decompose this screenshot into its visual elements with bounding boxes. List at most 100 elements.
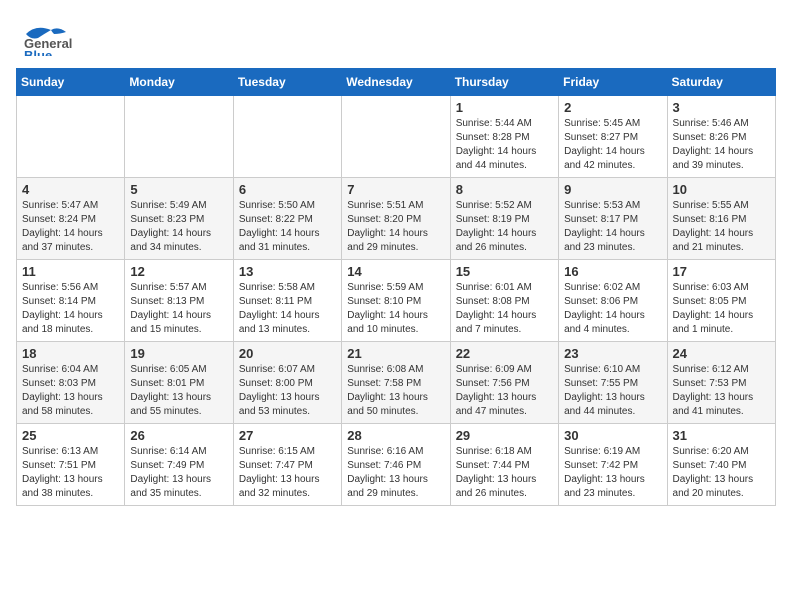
day-number: 24 xyxy=(673,346,770,361)
day-number: 1 xyxy=(456,100,553,115)
day-number: 23 xyxy=(564,346,661,361)
calendar-cell: 2Sunrise: 5:45 AM Sunset: 8:27 PM Daylig… xyxy=(559,96,667,178)
calendar-cell: 20 Sunrise: 6:07 AM Sunset: 8:00 PM Dayli… xyxy=(233,342,341,424)
day-number: 12 xyxy=(130,264,227,279)
day-number: 27 xyxy=(239,428,336,443)
weekday-header: Friday xyxy=(559,69,667,96)
day-info: Sunrise: 6:13 AM Sunset: 7:51 PM Dayligh… xyxy=(22,445,119,501)
weekday-header: Saturday xyxy=(667,69,775,96)
day-number: 25 xyxy=(22,428,119,443)
day-info: Sunrise: 6:16 AM Sunset: 7:46 PM Dayligh… xyxy=(347,445,444,501)
day-info: Sunrise: 6:03 AM Sunset: 8:05 PM Dayligh… xyxy=(673,281,770,337)
day-number: 17 xyxy=(673,264,770,279)
day-info: Sunrise: 5:52 AM Sunset: 8:19 PM Dayligh… xyxy=(456,199,553,255)
logo: General Blue xyxy=(16,16,126,56)
calendar-cell xyxy=(233,96,341,178)
day-info: Sunrise: 5:57 AM Sunset: 8:13 PM Dayligh… xyxy=(130,281,227,337)
day-info: Sunrise: 6:07 AM Sunset: 8:00 PM Dayligh… xyxy=(239,363,336,419)
day-info: Sunrise: 6:14 AM Sunset: 7:49 PM Dayligh… xyxy=(130,445,227,501)
day-number: 31 xyxy=(673,428,770,443)
calendar-cell: 12 Sunrise: 5:57 AM Sunset: 8:13 PM Dayli… xyxy=(125,260,233,342)
calendar-cell: 27 Sunrise: 6:15 AM Sunset: 7:47 PM Dayli… xyxy=(233,424,341,506)
weekday-header: Sunday xyxy=(17,69,125,96)
weekday-header: Wednesday xyxy=(342,69,450,96)
calendar-cell: 21 Sunrise: 6:08 AM Sunset: 7:58 PM Dayli… xyxy=(342,342,450,424)
day-number: 9 xyxy=(564,182,661,197)
calendar-cell xyxy=(342,96,450,178)
svg-text:Blue: Blue xyxy=(24,48,52,56)
day-info: Sunrise: 5:45 AM Sunset: 8:27 PM Dayligh… xyxy=(564,117,661,173)
day-number: 5 xyxy=(130,182,227,197)
day-info: Sunrise: 6:02 AM Sunset: 8:06 PM Dayligh… xyxy=(564,281,661,337)
calendar-cell: 8 Sunrise: 5:52 AM Sunset: 8:19 PM Daylig… xyxy=(450,178,558,260)
day-info: Sunrise: 5:59 AM Sunset: 8:10 PM Dayligh… xyxy=(347,281,444,337)
calendar-cell: 3 Sunrise: 5:46 AM Sunset: 8:26 PM Daylig… xyxy=(667,96,775,178)
calendar-cell: 22 Sunrise: 6:09 AM Sunset: 7:56 PM Dayli… xyxy=(450,342,558,424)
calendar-cell: 31 Sunrise: 6:20 AM Sunset: 7:40 PM Dayli… xyxy=(667,424,775,506)
day-info: Sunrise: 5:44 AM Sunset: 8:28 PM Dayligh… xyxy=(456,117,553,173)
day-info: Sunrise: 6:09 AM Sunset: 7:56 PM Dayligh… xyxy=(456,363,553,419)
calendar-header: SundayMondayTuesdayWednesdayThursdayFrid… xyxy=(17,69,776,96)
day-number: 16 xyxy=(564,264,661,279)
calendar-cell: 19Sunrise: 6:05 AM Sunset: 8:01 PM Dayli… xyxy=(125,342,233,424)
calendar-week-row: 1 Sunrise: 5:44 AM Sunset: 8:28 PM Daylig… xyxy=(17,96,776,178)
calendar-cell: 6Sunrise: 5:50 AM Sunset: 8:22 PM Daylig… xyxy=(233,178,341,260)
day-info: Sunrise: 5:56 AM Sunset: 8:14 PM Dayligh… xyxy=(22,281,119,337)
calendar-week-row: 25 Sunrise: 6:13 AM Sunset: 7:51 PM Dayli… xyxy=(17,424,776,506)
day-info: Sunrise: 6:10 AM Sunset: 7:55 PM Dayligh… xyxy=(564,363,661,419)
day-number: 30 xyxy=(564,428,661,443)
day-info: Sunrise: 6:01 AM Sunset: 8:08 PM Dayligh… xyxy=(456,281,553,337)
day-number: 11 xyxy=(22,264,119,279)
day-info: Sunrise: 5:53 AM Sunset: 8:17 PM Dayligh… xyxy=(564,199,661,255)
day-number: 14 xyxy=(347,264,444,279)
day-info: Sunrise: 6:08 AM Sunset: 7:58 PM Dayligh… xyxy=(347,363,444,419)
day-info: Sunrise: 6:15 AM Sunset: 7:47 PM Dayligh… xyxy=(239,445,336,501)
day-number: 29 xyxy=(456,428,553,443)
calendar-week-row: 18 Sunrise: 6:04 AM Sunset: 8:03 PM Dayli… xyxy=(17,342,776,424)
calendar-cell: 16 Sunrise: 6:02 AM Sunset: 8:06 PM Dayli… xyxy=(559,260,667,342)
day-number: 22 xyxy=(456,346,553,361)
calendar-cell: 17 Sunrise: 6:03 AM Sunset: 8:05 PM Dayli… xyxy=(667,260,775,342)
calendar-cell xyxy=(17,96,125,178)
calendar-cell: 24 Sunrise: 6:12 AM Sunset: 7:53 PM Dayli… xyxy=(667,342,775,424)
day-info: Sunrise: 5:58 AM Sunset: 8:11 PM Dayligh… xyxy=(239,281,336,337)
calendar-cell: 13 Sunrise: 5:58 AM Sunset: 8:11 PM Dayli… xyxy=(233,260,341,342)
calendar-cell xyxy=(125,96,233,178)
day-info: Sunrise: 5:46 AM Sunset: 8:26 PM Dayligh… xyxy=(673,117,770,173)
page-header: General Blue xyxy=(16,16,776,56)
day-number: 3 xyxy=(673,100,770,115)
calendar-cell: 28 Sunrise: 6:16 AM Sunset: 7:46 PM Dayli… xyxy=(342,424,450,506)
day-number: 20 xyxy=(239,346,336,361)
calendar-week-row: 4Sunrise: 5:47 AM Sunset: 8:24 PM Daylig… xyxy=(17,178,776,260)
calendar-cell: 14 Sunrise: 5:59 AM Sunset: 8:10 PM Dayli… xyxy=(342,260,450,342)
calendar-cell: 15Sunrise: 6:01 AM Sunset: 8:08 PM Dayli… xyxy=(450,260,558,342)
day-info: Sunrise: 5:49 AM Sunset: 8:23 PM Dayligh… xyxy=(130,199,227,255)
day-info: Sunrise: 6:05 AM Sunset: 8:01 PM Dayligh… xyxy=(130,363,227,419)
day-number: 13 xyxy=(239,264,336,279)
day-info: Sunrise: 6:04 AM Sunset: 8:03 PM Dayligh… xyxy=(22,363,119,419)
logo-svg: General Blue xyxy=(16,16,126,56)
day-info: Sunrise: 6:12 AM Sunset: 7:53 PM Dayligh… xyxy=(673,363,770,419)
day-number: 10 xyxy=(673,182,770,197)
day-info: Sunrise: 5:51 AM Sunset: 8:20 PM Dayligh… xyxy=(347,199,444,255)
day-number: 8 xyxy=(456,182,553,197)
day-number: 28 xyxy=(347,428,444,443)
day-number: 7 xyxy=(347,182,444,197)
calendar-cell: 5 Sunrise: 5:49 AM Sunset: 8:23 PM Daylig… xyxy=(125,178,233,260)
calendar-cell: 9 Sunrise: 5:53 AM Sunset: 8:17 PM Daylig… xyxy=(559,178,667,260)
day-number: 6 xyxy=(239,182,336,197)
calendar-table: SundayMondayTuesdayWednesdayThursdayFrid… xyxy=(16,68,776,506)
calendar-cell: 11 Sunrise: 5:56 AM Sunset: 8:14 PM Dayli… xyxy=(17,260,125,342)
weekday-header: Monday xyxy=(125,69,233,96)
weekday-header: Thursday xyxy=(450,69,558,96)
calendar-cell: 4Sunrise: 5:47 AM Sunset: 8:24 PM Daylig… xyxy=(17,178,125,260)
day-info: Sunrise: 6:18 AM Sunset: 7:44 PM Dayligh… xyxy=(456,445,553,501)
calendar-cell: 10 Sunrise: 5:55 AM Sunset: 8:16 PM Dayli… xyxy=(667,178,775,260)
calendar-cell: 7 Sunrise: 5:51 AM Sunset: 8:20 PM Daylig… xyxy=(342,178,450,260)
calendar-cell: 25 Sunrise: 6:13 AM Sunset: 7:51 PM Dayli… xyxy=(17,424,125,506)
day-info: Sunrise: 5:55 AM Sunset: 8:16 PM Dayligh… xyxy=(673,199,770,255)
day-info: Sunrise: 6:20 AM Sunset: 7:40 PM Dayligh… xyxy=(673,445,770,501)
day-number: 26 xyxy=(130,428,227,443)
day-number: 21 xyxy=(347,346,444,361)
day-number: 18 xyxy=(22,346,119,361)
